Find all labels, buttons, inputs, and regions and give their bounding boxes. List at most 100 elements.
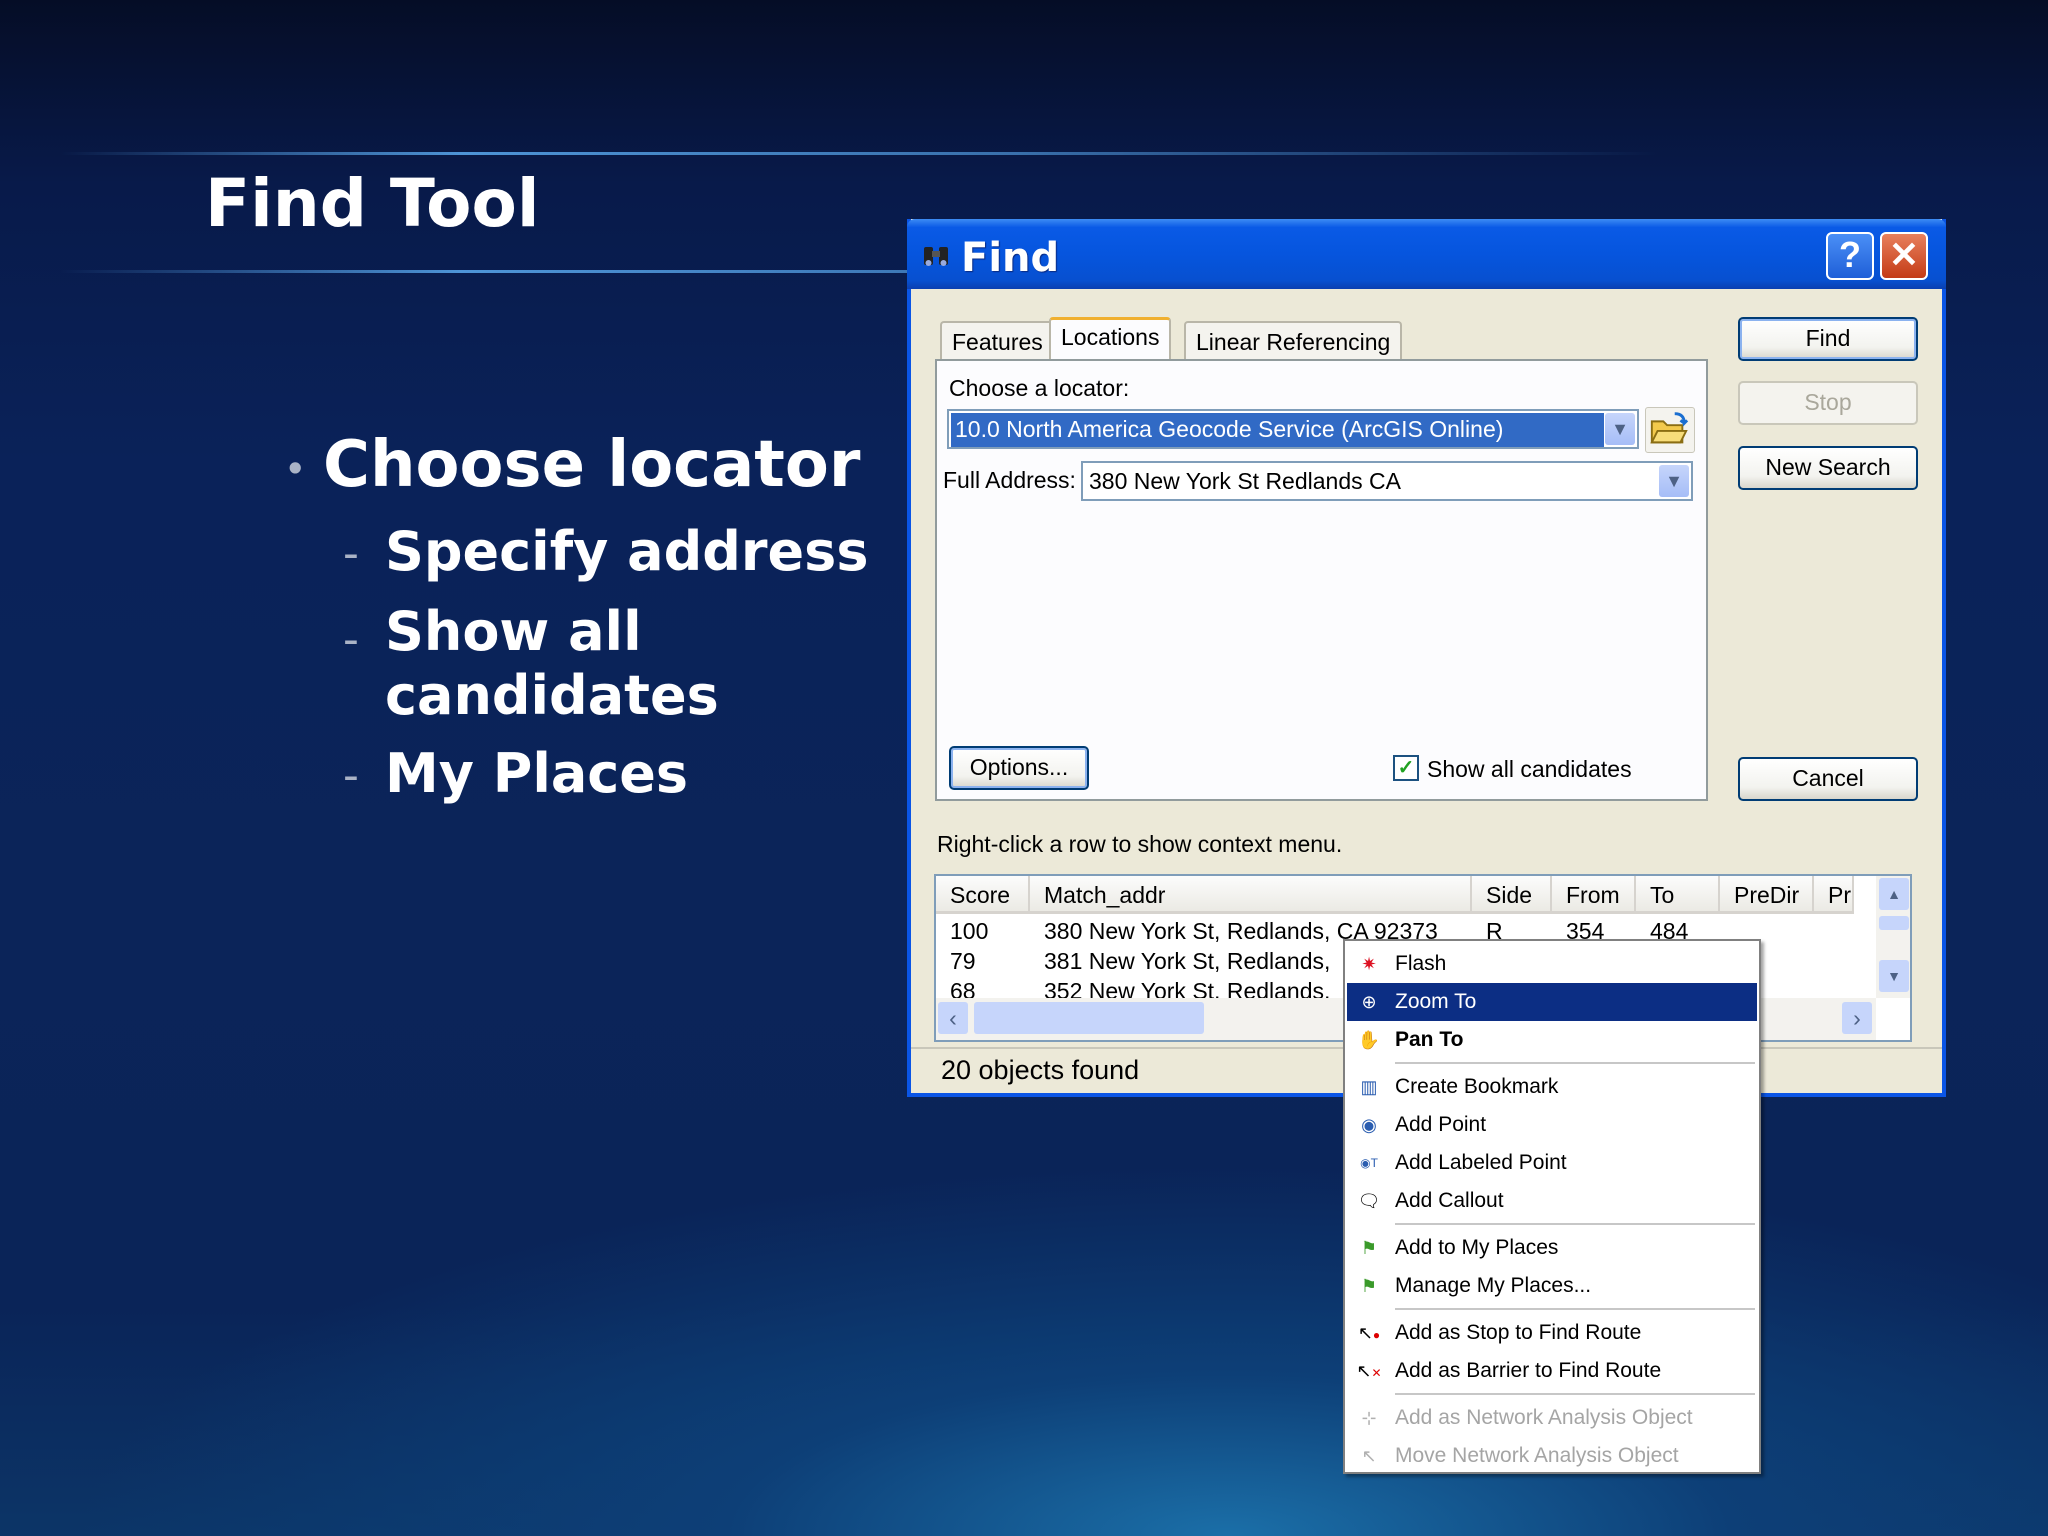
menu-item-add-network-object[interactable]: ⊹ Add as Network Analysis Object — [1347, 1399, 1757, 1437]
locator-value: 10.0 North America Geocode Service (ArcG… — [951, 413, 1604, 447]
bullet-main: • Choose locator — [285, 428, 861, 502]
bullet-dash-icon: - — [343, 614, 359, 665]
column-header-predir[interactable]: PreDir — [1720, 876, 1814, 914]
labeled-point-icon: ◉T — [1360, 1156, 1378, 1170]
add-place-flag-icon: ⚑ — [1360, 1238, 1378, 1258]
locator-select[interactable]: 10.0 North America Geocode Service (ArcG… — [947, 409, 1639, 449]
menu-item-pan-to[interactable]: ✋ Pan To — [1347, 1021, 1757, 1059]
network-move-icon: ↖ — [1361, 1446, 1377, 1466]
options-button[interactable]: Options... — [949, 746, 1089, 790]
menu-item-label: Create Bookmark — [1395, 1075, 1559, 1098]
bullet-sub: - My Places — [343, 742, 689, 805]
menu-item-label: Zoom To — [1395, 990, 1477, 1013]
menu-item-label: Pan To — [1395, 1028, 1464, 1051]
context-menu: ✷ Flash ⊕ Zoom To ✋ Pan To ▥ Create Book… — [1343, 939, 1761, 1474]
help-button[interactable]: ? — [1826, 232, 1874, 280]
menu-item-label: Add Point — [1395, 1113, 1487, 1136]
route-barrier-icon: ↖✕ — [1356, 1361, 1382, 1381]
callout-icon: 🗨 — [1357, 1191, 1381, 1211]
full-address-value: 380 New York St Redlands CA — [1089, 468, 1401, 494]
bullet-text: My Places — [385, 742, 689, 805]
menu-separator — [1395, 1062, 1755, 1064]
tab-linear-referencing[interactable]: Linear Referencing — [1184, 321, 1403, 359]
column-header-side[interactable]: Side — [1472, 876, 1552, 914]
column-header-from[interactable]: From — [1552, 876, 1636, 914]
menu-item-add-callout[interactable]: 🗨 Add Callout — [1347, 1182, 1757, 1220]
chevron-down-icon[interactable]: ▼ — [1605, 413, 1635, 445]
bullet-dot-icon: • — [285, 450, 306, 488]
dialog-titlebar[interactable]: Find ? ✕ — [907, 219, 1946, 289]
column-header-pre[interactable]: Pre — [1814, 876, 1854, 914]
column-header-score[interactable]: Score — [936, 876, 1030, 914]
menu-item-create-bookmark[interactable]: ▥ Create Bookmark — [1347, 1068, 1757, 1106]
menu-item-add-barrier[interactable]: ↖✕ Add as Barrier to Find Route — [1347, 1352, 1757, 1390]
menu-item-flash[interactable]: ✷ Flash — [1347, 945, 1757, 983]
menu-item-label: Add to My Places — [1395, 1236, 1559, 1259]
cancel-button[interactable]: Cancel — [1738, 757, 1918, 801]
scroll-thumb[interactable] — [1879, 916, 1909, 930]
bookmark-icon: ▥ — [1360, 1077, 1378, 1097]
slide-title: Find Tool — [205, 165, 540, 242]
network-add-icon: ⊹ — [1361, 1408, 1377, 1428]
place-flag-icon: ⚑ — [1360, 1276, 1378, 1296]
scroll-down-icon[interactable]: ▼ — [1879, 960, 1909, 992]
menu-separator — [1395, 1223, 1755, 1225]
pan-hand-icon: ✋ — [1357, 1030, 1381, 1050]
vertical-scrollbar[interactable]: ▲ ▼ — [1876, 876, 1910, 998]
dialog-title: Find — [961, 235, 1060, 281]
flash-icon: ✷ — [1361, 954, 1377, 974]
binoculars-icon — [924, 247, 948, 266]
bullet-dash-icon: - — [343, 750, 359, 801]
bullet-text: Show all — [385, 600, 642, 663]
scroll-left-icon[interactable]: ‹ — [938, 1002, 968, 1034]
scroll-up-icon[interactable]: ▲ — [1879, 878, 1909, 910]
menu-item-add-point[interactable]: ◉ Add Point — [1347, 1106, 1757, 1144]
zoom-in-icon: ⊕ — [1361, 992, 1377, 1012]
bullet-sub: - Show all candidates — [343, 600, 719, 728]
menu-item-label: Add as Stop to Find Route — [1395, 1321, 1642, 1344]
tab-locations[interactable]: Locations — [1049, 317, 1172, 359]
find-button[interactable]: Find — [1738, 317, 1918, 361]
open-folder-icon — [1650, 412, 1689, 444]
menu-item-add-labeled-point[interactable]: ◉T Add Labeled Point — [1347, 1144, 1757, 1182]
chevron-down-icon[interactable]: ▼ — [1659, 465, 1689, 497]
close-button[interactable]: ✕ — [1880, 232, 1928, 280]
menu-item-label: Add Labeled Point — [1395, 1151, 1567, 1174]
menu-item-label: Flash — [1395, 952, 1447, 975]
bullet-text: Specify address — [385, 520, 869, 583]
locations-panel: Choose a locator: 10.0 North America Geo… — [935, 359, 1708, 801]
menu-item-label: Move Network Analysis Object — [1395, 1444, 1679, 1467]
column-header-to[interactable]: To — [1636, 876, 1720, 914]
open-folder-button[interactable] — [1645, 407, 1695, 453]
menu-item-move-network-object[interactable]: ↖ Move Network Analysis Object — [1347, 1437, 1757, 1475]
new-search-button[interactable]: New Search — [1738, 446, 1918, 490]
show-all-candidates-label[interactable]: Show all candidates — [1427, 756, 1632, 783]
point-icon: ◉ — [1361, 1115, 1377, 1135]
cell-match-addr: 381 New York St, Redlands, — [1044, 948, 1331, 974]
route-stop-icon: ↖● — [1357, 1323, 1381, 1343]
menu-item-zoom-to[interactable]: ⊕ Zoom To — [1347, 983, 1757, 1021]
bullet-text: candidates — [385, 664, 719, 727]
full-address-input[interactable]: 380 New York St Redlands CA ▼ — [1081, 461, 1693, 501]
scroll-thumb[interactable] — [974, 1002, 1204, 1034]
menu-separator — [1395, 1308, 1755, 1310]
menu-item-label: Add as Barrier to Find Route — [1395, 1359, 1662, 1382]
menu-item-add-stop[interactable]: ↖● Add as Stop to Find Route — [1347, 1314, 1757, 1352]
show-all-candidates-checkbox[interactable]: ✓ — [1393, 755, 1419, 781]
menu-item-label: Add as Network Analysis Object — [1395, 1406, 1693, 1429]
menu-item-add-to-my-places[interactable]: ⚑ Add to My Places — [1347, 1229, 1757, 1267]
stop-button[interactable]: Stop — [1738, 381, 1918, 425]
bullet-dash-icon: - — [343, 528, 359, 579]
tab-features[interactable]: Features — [940, 321, 1055, 359]
menu-item-label: Manage My Places... — [1395, 1274, 1592, 1297]
bullet-sub: - Specify address — [343, 520, 869, 583]
scroll-right-icon[interactable]: › — [1842, 1002, 1872, 1034]
menu-item-manage-my-places[interactable]: ⚑ Manage My Places... — [1347, 1267, 1757, 1305]
cell-score: 100 — [950, 918, 989, 944]
status-text: 20 objects found — [941, 1055, 1140, 1085]
bullet-text: Choose locator — [323, 428, 861, 502]
decorative-line — [60, 152, 1660, 155]
column-header-match-addr[interactable]: Match_addr — [1030, 876, 1472, 914]
menu-item-label: Add Callout — [1395, 1189, 1504, 1212]
cell-score: 79 — [950, 948, 976, 974]
